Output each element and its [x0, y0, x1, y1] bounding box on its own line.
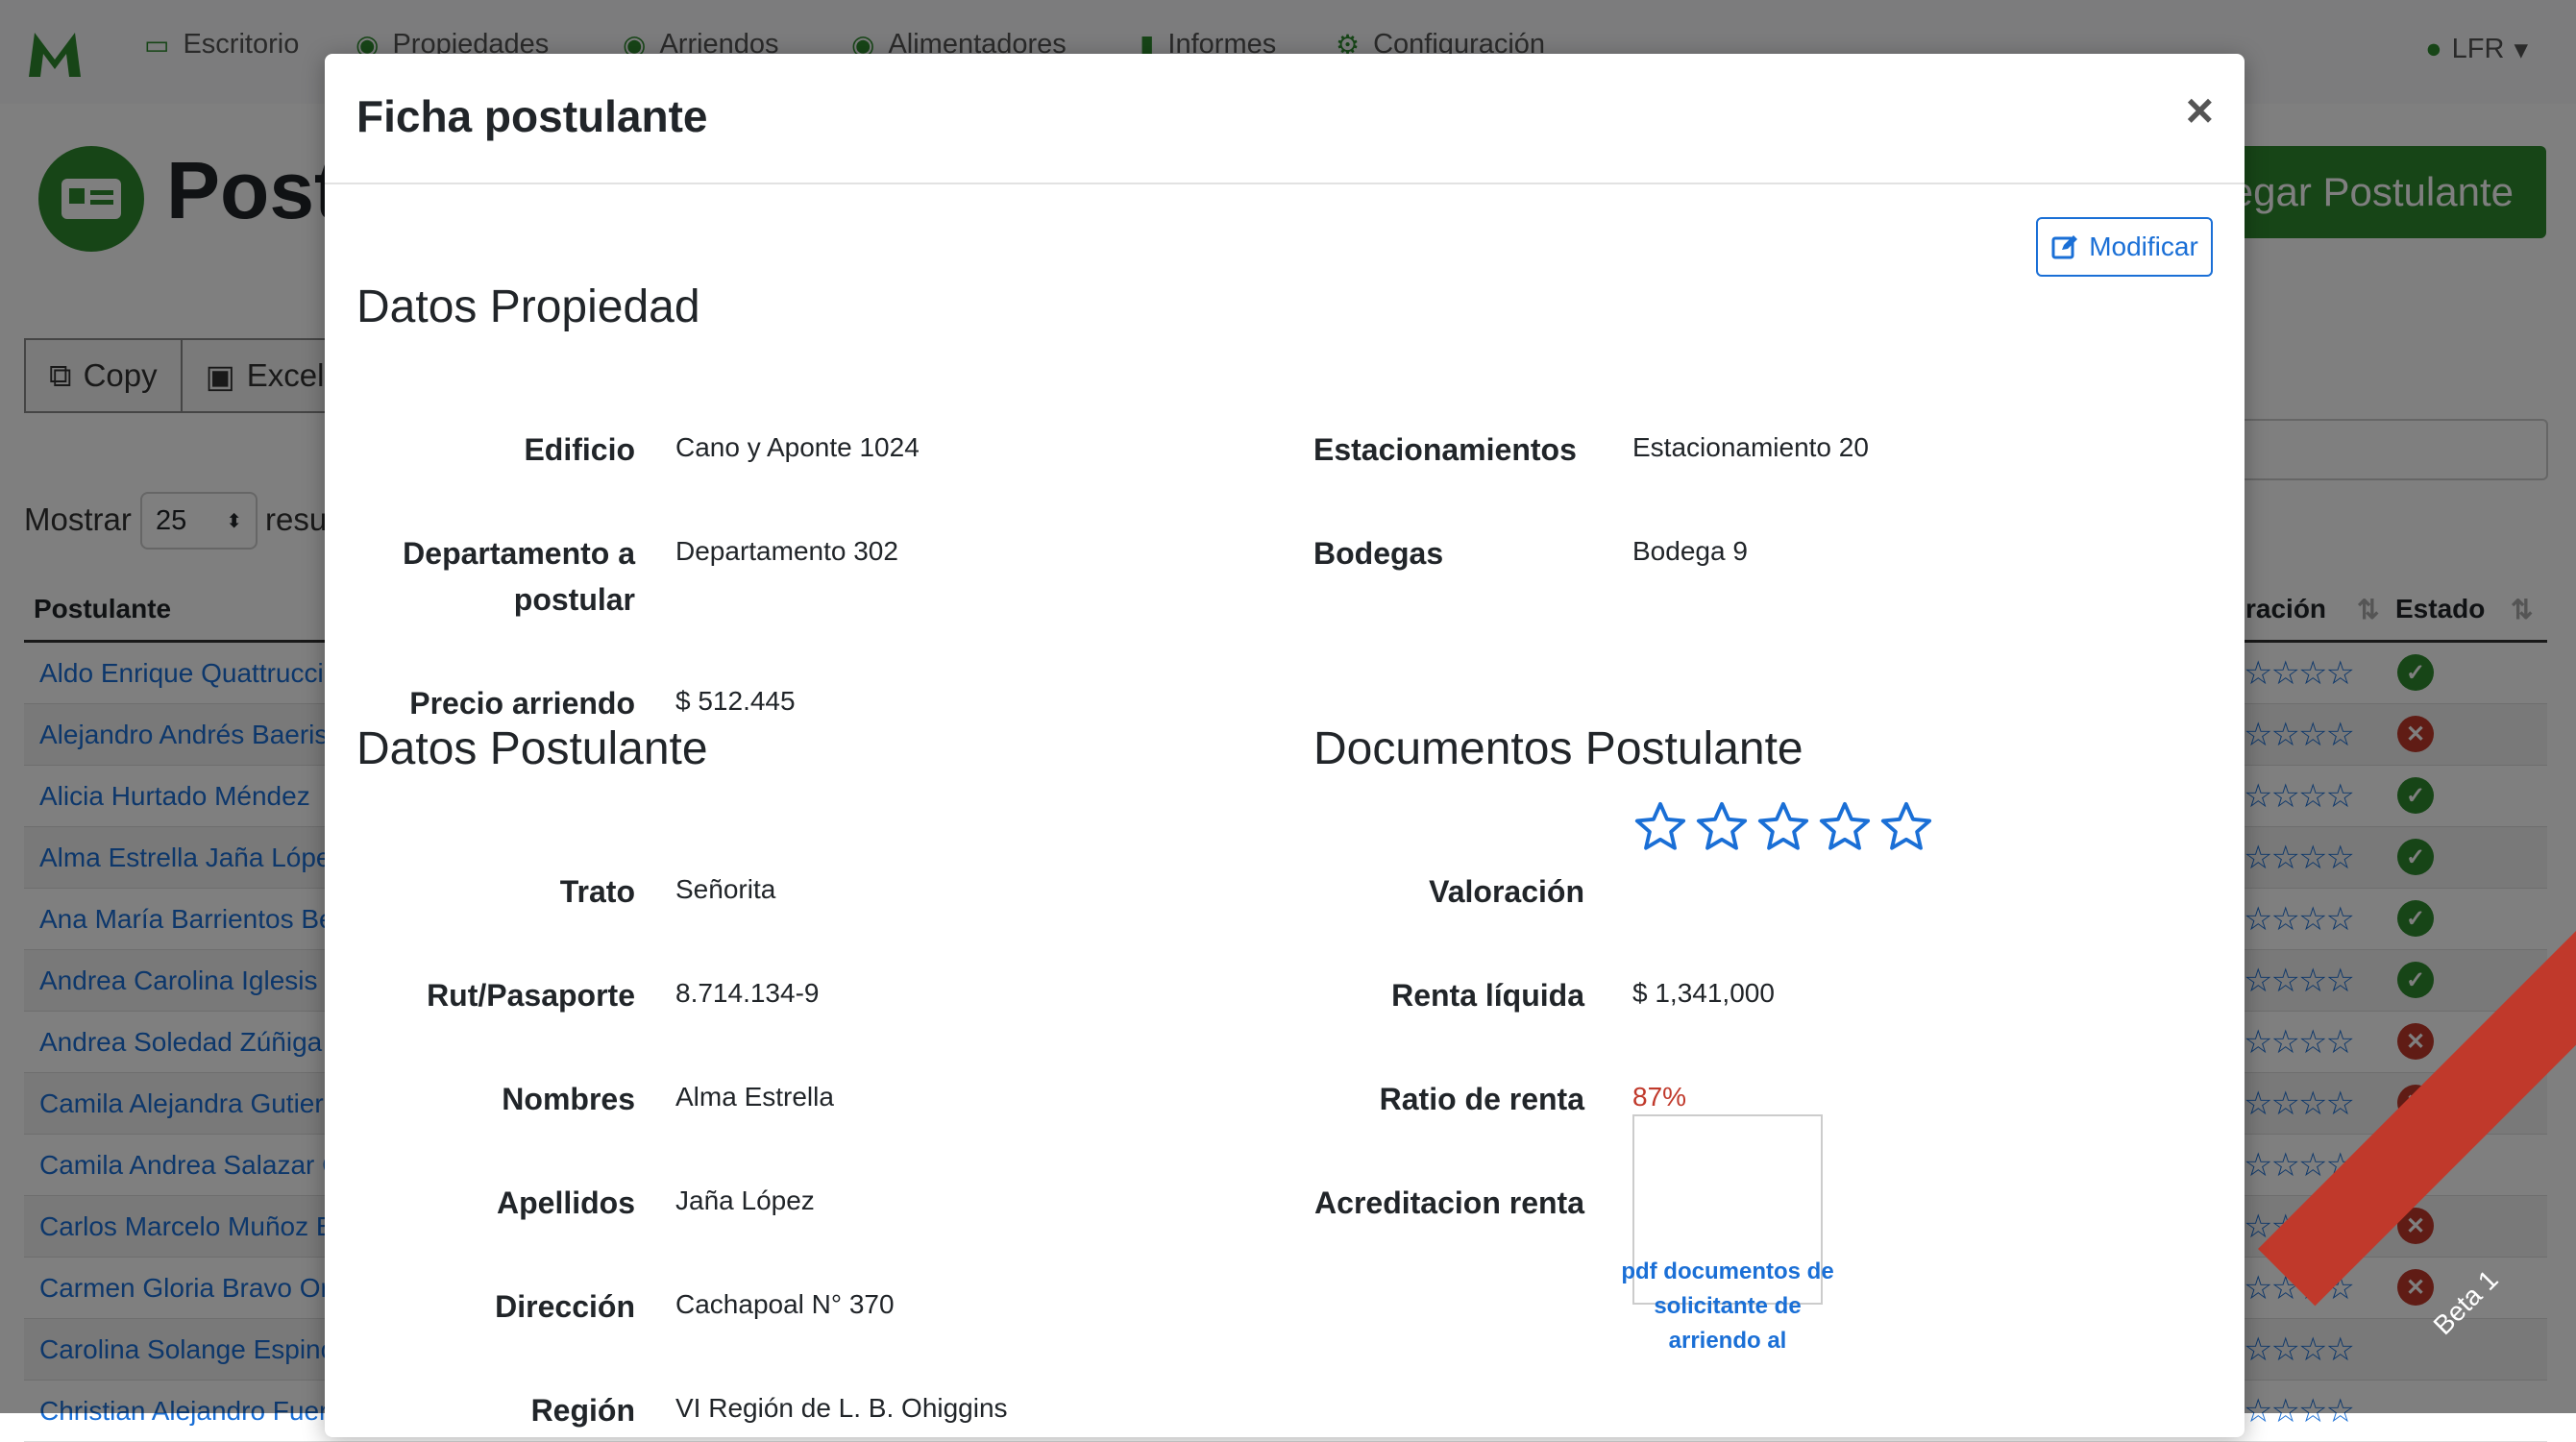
valoracion-label: Valoración: [1429, 874, 1584, 909]
modal-header: Ficha postulante ×: [325, 54, 2245, 184]
close-icon[interactable]: ×: [2186, 83, 2214, 138]
precio-value: $ 512.445: [675, 686, 796, 716]
star-icon[interactable]: [1631, 799, 1689, 855]
nombres-label: Nombres: [502, 1082, 635, 1116]
valoracion-rating[interactable]: [1631, 799, 1935, 855]
trato-value: Señorita: [675, 874, 776, 904]
trato-label: Trato: [559, 874, 635, 909]
star-icon[interactable]: [1693, 799, 1751, 855]
ficha-postulante-modal: Ficha postulante × Modificar Datos Propi…: [325, 54, 2245, 1437]
departamento-value: Departamento 302: [675, 536, 898, 566]
rut-label: Rut/Pasaporte: [427, 978, 635, 1013]
edificio-label: Edificio: [524, 432, 635, 467]
modificar-button[interactable]: Modificar: [2036, 217, 2213, 277]
star-icon[interactable]: [1754, 799, 1812, 855]
apellidos-label: Apellidos: [496, 1185, 635, 1220]
star-icon[interactable]: [1816, 799, 1874, 855]
nombres-value: Alma Estrella: [675, 1082, 834, 1112]
estacionamientos-value: Estacionamiento 20: [1632, 432, 1869, 462]
precio-label: Precio arriendo: [409, 686, 635, 721]
pdf-link[interactable]: pdf documentos de solicitante de arriend…: [1618, 1255, 1837, 1358]
direccion-value: Cachapoal N° 370: [675, 1289, 895, 1319]
rut-value: 8.714.134-9: [675, 978, 820, 1008]
modal-title: Ficha postulante: [356, 91, 708, 141]
ratio-renta-label: Ratio de renta: [1379, 1082, 1584, 1116]
departamento-label: Departamento a postular: [403, 536, 635, 617]
star-icon[interactable]: [1877, 799, 1935, 855]
region-label: Región: [530, 1393, 635, 1428]
bodegas-label: Bodegas: [1313, 536, 1444, 571]
estacionamientos-label: Estacionamientos: [1313, 432, 1577, 467]
bodegas-value: Bodega 9: [1632, 536, 1748, 566]
edificio-value: Cano y Aponte 1024: [675, 432, 920, 462]
edit-icon: [2051, 235, 2078, 259]
apellidos-value: Jaña López: [675, 1185, 815, 1215]
region-value: VI Región de L. B. Ohiggins: [675, 1393, 1008, 1423]
renta-liquida-label: Renta líquida: [1391, 978, 1584, 1013]
datos-propiedad-title: Datos Propiedad: [356, 281, 700, 332]
ratio-renta-value: 87%: [1632, 1082, 1687, 1112]
renta-liquida-value: $ 1,341,000: [1632, 978, 1775, 1008]
documentos-postulante-title: Documentos Postulante: [1313, 723, 1803, 774]
direccion-label: Dirección: [495, 1289, 635, 1324]
acreditacion-renta-label: Acreditacion renta: [1314, 1185, 1584, 1220]
datos-postulante-title: Datos Postulante: [356, 723, 708, 774]
